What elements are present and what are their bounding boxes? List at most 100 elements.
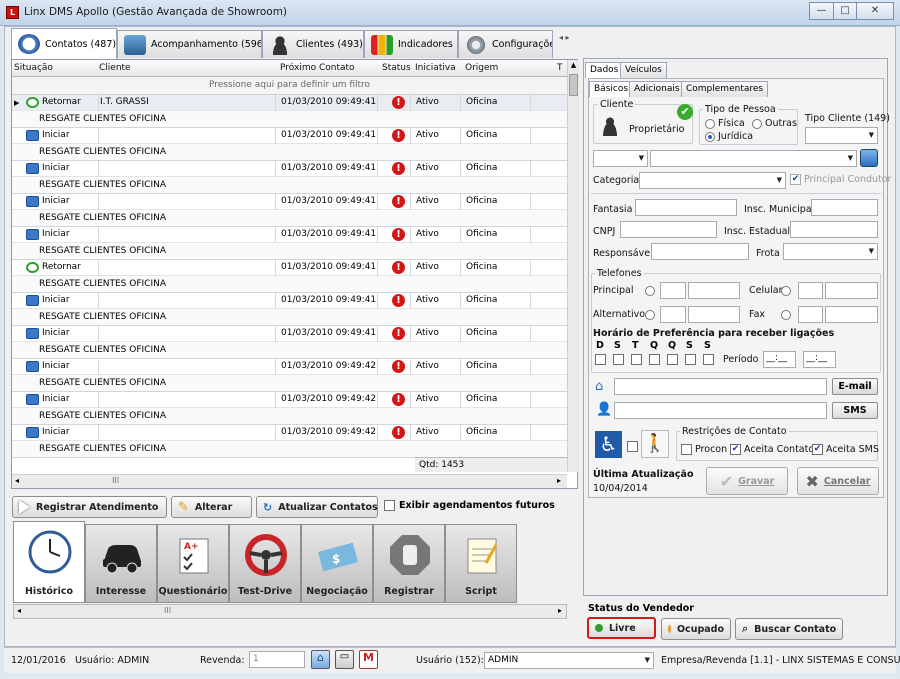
user-search-icon[interactable] [860, 149, 878, 167]
tab-clientes[interactable]: Clientes (493) [262, 30, 364, 58]
tab-configuracoes[interactable]: Configuraçõe [458, 30, 553, 58]
gravar-button[interactable]: ✔ Gravar [706, 467, 788, 495]
column-header-proximo-contato[interactable]: Próximo Contato [280, 63, 355, 73]
column-header-cliente[interactable]: Cliente [99, 63, 131, 73]
tab-negociacao[interactable]: $ Negociação [301, 524, 373, 603]
responsavel-input[interactable] [651, 243, 749, 260]
alternativo-ddd-input[interactable] [660, 306, 686, 323]
row-main[interactable]: Retornar 01/03/2010 09:49:41! Ativo Oficina [12, 260, 567, 276]
weekday-checkbox[interactable] [613, 354, 624, 365]
ocupado-button[interactable]: Ocupado [661, 618, 731, 640]
row-description[interactable]: RESGATE CLIENTES OFICINA [12, 276, 567, 293]
row-main[interactable]: ▶ Retornar I.T. GRASSI 01/03/2010 09:49:41!… [12, 95, 567, 111]
tab-adicionais[interactable]: Adicionais [629, 81, 685, 97]
radio[interactable] [705, 118, 715, 129]
tab-script[interactable]: Script [445, 524, 517, 603]
tab-veiculos[interactable]: Veículos [620, 62, 667, 78]
maximize-button[interactable]: □ [833, 2, 857, 20]
column-header-t[interactable]: T [557, 63, 563, 73]
weekday-checkbox[interactable] [667, 354, 678, 365]
tab-questionario[interactable]: A+ Questionário [157, 524, 229, 603]
column-header-origem[interactable]: Origem [465, 63, 498, 73]
alternativo-radio[interactable] [645, 310, 655, 320]
aceita-contato-checkbox[interactable]: Aceita Contato [730, 444, 814, 455]
checkbox[interactable] [730, 444, 741, 455]
column-header-status[interactable]: Status [382, 63, 411, 73]
fantasia-input[interactable] [635, 199, 737, 216]
buscar-contato-button[interactable]: ⌕ Buscar Contato [735, 618, 843, 640]
minimize-button[interactable]: — [809, 2, 834, 20]
celular-number-input[interactable] [825, 282, 878, 299]
fax-number-input[interactable] [825, 306, 878, 323]
tab-registrar[interactable]: Registrar [373, 524, 445, 603]
usuario-select[interactable]: ADMIN [484, 652, 654, 669]
livre-button[interactable]: Livre [587, 617, 656, 639]
outras-radio[interactable]: Outras [752, 118, 797, 129]
row-description[interactable]: RESGATE CLIENTES OFICINA [12, 342, 567, 359]
weekday-checkbox[interactable] [631, 354, 642, 365]
email-input[interactable] [614, 378, 827, 395]
bottom-horizontal-scrollbar[interactable]: ◂ III ▸ [13, 604, 567, 619]
row-description[interactable]: RESGATE CLIENTES OFICINA [12, 408, 567, 425]
scroll-up-arrow[interactable]: ▲ [569, 61, 578, 71]
scroll-left-arrow[interactable]: ◂ [15, 476, 19, 485]
checkbox[interactable] [790, 174, 801, 185]
tab-contatos[interactable]: Contatos (487) [11, 28, 117, 59]
row-main[interactable]: Iniciar 01/03/2010 09:49:41! Ativo Oficina [12, 128, 567, 144]
categoria-select[interactable] [639, 172, 786, 189]
insc-estadual-input[interactable] [790, 221, 878, 238]
insc-municipal-input[interactable] [811, 199, 878, 216]
table-row[interactable]: ▶ Retornar I.T. GRASSI 01/03/2010 09:49:41!… [12, 95, 567, 128]
table-row[interactable]: Iniciar 01/03/2010 09:49:42! Ativo Oficina R… [12, 359, 567, 392]
fisica-radio[interactable]: Física [705, 118, 745, 129]
tab-scroll-arrows[interactable]: ◂ ▸ [559, 33, 570, 42]
periodo-from-input[interactable]: __:__ [763, 351, 796, 368]
row-main[interactable]: Iniciar 01/03/2010 09:49:41! Ativo Oficina [12, 326, 567, 342]
row-description[interactable]: RESGATE CLIENTES OFICINA [12, 210, 567, 227]
principal-radio[interactable] [645, 286, 655, 296]
home-icon[interactable]: ⌂ [311, 650, 330, 669]
filter-row[interactable]: Pressione aqui para definir um filtro [12, 77, 567, 95]
row-description[interactable]: RESGATE CLIENTES OFICINA [12, 177, 567, 194]
row-main[interactable]: Iniciar 01/03/2010 09:49:41! Ativo Oficina [12, 227, 567, 243]
vertical-scrollbar[interactable]: ▲ [567, 60, 579, 472]
tipo-documento-select[interactable] [593, 150, 648, 167]
row-description[interactable]: RESGATE CLIENTES OFICINA [12, 441, 567, 458]
tipo-cliente-select[interactable] [805, 127, 878, 144]
table-row[interactable]: Iniciar 01/03/2010 09:49:41! Ativo Oficina R… [12, 194, 567, 227]
scroll-right-arrow[interactable]: ▸ [557, 476, 561, 485]
cliente-select[interactable] [650, 150, 857, 167]
table-row[interactable]: Iniciar 01/03/2010 09:49:41! Ativo Oficina R… [12, 326, 567, 359]
weekday-checkbox[interactable] [685, 354, 696, 365]
accessibility-checkbox[interactable] [627, 441, 638, 452]
frota-select[interactable] [783, 243, 878, 260]
table-row[interactable]: Iniciar 01/03/2010 09:49:41! Ativo Oficina R… [12, 227, 567, 260]
tab-basicos[interactable]: Básicos [589, 81, 634, 97]
row-description[interactable]: RESGATE CLIENTES OFICINA [12, 309, 567, 326]
email-button[interactable]: E-mail [832, 378, 878, 395]
revenda-input[interactable]: 1 [249, 651, 305, 668]
table-row[interactable]: Iniciar 01/03/2010 09:49:41! Ativo Oficina R… [12, 128, 567, 161]
tab-historico[interactable]: Histórico [13, 521, 85, 603]
scroll-right-arrow[interactable]: ▸ [558, 606, 562, 615]
sms-phone-input[interactable] [614, 402, 827, 419]
sms-button[interactable]: SMS [832, 402, 878, 419]
checkbox[interactable] [681, 444, 692, 455]
row-main[interactable]: Iniciar 01/03/2010 09:49:41! Ativo Oficina [12, 293, 567, 309]
tab-indicadores[interactable]: Indicadores [364, 30, 458, 58]
principal-ddd-input[interactable] [660, 282, 686, 299]
weekday-checkbox[interactable] [595, 354, 606, 365]
mail-icon[interactable]: M [359, 650, 378, 669]
alterar-button[interactable]: ✎ Alterar [171, 496, 252, 518]
scroll-thumb[interactable] [569, 74, 578, 96]
table-row[interactable]: Iniciar 01/03/2010 09:49:41! Ativo Oficina R… [12, 293, 567, 326]
radio[interactable] [752, 118, 762, 129]
table-row[interactable]: Iniciar 01/03/2010 09:49:41! Ativo Oficina R… [12, 161, 567, 194]
monitor-icon[interactable]: ▭ [335, 650, 354, 669]
table-row[interactable]: Iniciar 01/03/2010 09:49:42! Ativo Oficina R… [12, 392, 567, 425]
aceita-sms-checkbox[interactable]: Aceita SMS [812, 444, 879, 455]
radio[interactable] [705, 131, 715, 142]
weekday-checkbox[interactable] [649, 354, 660, 365]
close-button[interactable]: ✕ [856, 2, 894, 20]
column-header-situacao[interactable]: Situação [14, 63, 53, 73]
